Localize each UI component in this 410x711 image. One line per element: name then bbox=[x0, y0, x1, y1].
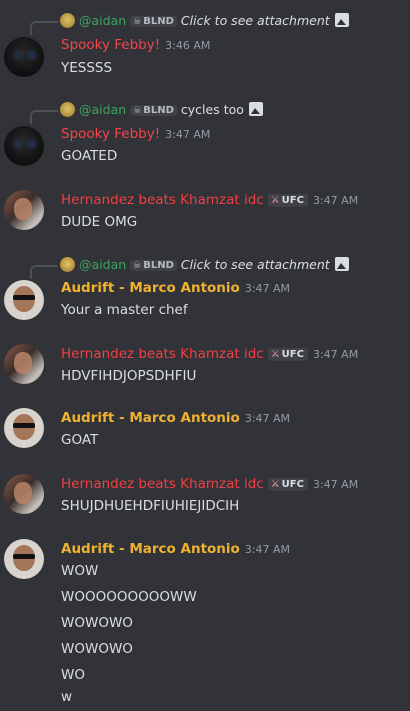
sword-icon: ⚔ bbox=[270, 349, 280, 360]
avatar[interactable] bbox=[4, 539, 44, 579]
reply-avatar-icon bbox=[60, 257, 75, 272]
reply-mention[interactable]: @aidan bbox=[79, 13, 126, 28]
message-text: GOAT bbox=[61, 432, 99, 448]
timestamp: 3:47 AM bbox=[312, 194, 359, 207]
author-name[interactable]: Spooky Febby! 3:47 AM bbox=[61, 126, 210, 142]
author-name[interactable]: Audrift - Marco Antonio 3:47 AM bbox=[61, 541, 290, 557]
author-name[interactable]: Hernandez beats Khamzat idc ⚔ UFC 3:47 AM bbox=[61, 346, 358, 362]
avatar[interactable] bbox=[4, 474, 44, 514]
message-text: WOOOOOOOOOWW bbox=[61, 589, 197, 605]
sword-icon: ⚔ bbox=[270, 479, 280, 490]
timestamp: 3:47 AM bbox=[244, 282, 291, 295]
message-text: HDVFIHDJOPSDHFIU bbox=[61, 368, 197, 384]
role-tag: ⚔ UFC bbox=[267, 194, 308, 207]
reply-spine bbox=[30, 110, 58, 124]
timestamp: 3:47 AM bbox=[312, 348, 359, 361]
author-name[interactable]: Audrift - Marco Antonio 3:47 AM bbox=[61, 280, 290, 296]
message-text: GOATED bbox=[61, 148, 118, 164]
message-text: SHUJDHUEHDFIUHIEJIDCIH bbox=[61, 498, 240, 514]
reply-mention[interactable]: @aidan bbox=[79, 102, 126, 117]
image-icon bbox=[334, 13, 349, 27]
reply-text[interactable]: cycles too bbox=[181, 102, 244, 117]
reply-avatar-icon bbox=[60, 102, 75, 117]
skull-icon: ☠ bbox=[133, 106, 142, 116]
role-tag: ⚔ UFC bbox=[267, 478, 308, 491]
avatar[interactable] bbox=[4, 408, 44, 448]
badge-label: BLND bbox=[143, 105, 174, 116]
blnd-badge: ☠ BLND bbox=[130, 16, 177, 27]
timestamp: 3:47 AM bbox=[312, 478, 359, 491]
skull-icon: ☠ bbox=[133, 17, 142, 27]
avatar[interactable] bbox=[4, 190, 44, 230]
message-text: YESSSS bbox=[61, 60, 113, 76]
author-name[interactable]: Audrift - Marco Antonio 3:47 AM bbox=[61, 410, 290, 426]
timestamp: 3:47 AM bbox=[244, 412, 291, 425]
message-text: WOWOWO bbox=[61, 615, 133, 631]
author-name[interactable]: Hernandez beats Khamzat idc ⚔ UFC 3:47 AM bbox=[61, 192, 358, 208]
reply-text[interactable]: Click to see attachment bbox=[181, 13, 330, 28]
skull-icon: ☠ bbox=[133, 261, 142, 271]
author-name[interactable]: Spooky Febby! 3:46 AM bbox=[61, 37, 210, 53]
message-text: DUDE OMG bbox=[61, 214, 138, 230]
reply-spine bbox=[30, 265, 58, 279]
message-text: WOWOWO bbox=[61, 641, 133, 657]
avatar[interactable] bbox=[4, 280, 44, 320]
timestamp: 3:46 AM bbox=[165, 39, 211, 52]
reply-mention[interactable]: @aidan bbox=[79, 257, 126, 272]
message-text: Your a master chef bbox=[61, 302, 188, 318]
image-icon bbox=[248, 102, 263, 116]
badge-label: BLND bbox=[143, 16, 174, 27]
reply-spine bbox=[30, 21, 58, 35]
chat-messages: @aidan ☠ BLND Click to see attachment Spook… bbox=[0, 0, 410, 711]
sword-icon: ⚔ bbox=[270, 195, 280, 206]
role-tag: ⚔ UFC bbox=[267, 348, 308, 361]
author-name[interactable]: Hernandez beats Khamzat idc ⚔ UFC 3:47 AM bbox=[61, 476, 358, 492]
blnd-badge: ☠ BLND bbox=[130, 260, 177, 271]
message-text: WOW bbox=[61, 563, 99, 579]
message-text: w bbox=[61, 689, 73, 705]
avatar[interactable] bbox=[4, 344, 44, 384]
reply-text[interactable]: Click to see attachment bbox=[181, 257, 330, 272]
image-icon bbox=[334, 257, 349, 271]
timestamp: 3:47 AM bbox=[165, 128, 211, 141]
reply-avatar-icon bbox=[60, 13, 75, 28]
avatar[interactable] bbox=[4, 37, 44, 77]
timestamp: 3:47 AM bbox=[244, 543, 291, 556]
blnd-badge: ☠ BLND bbox=[130, 105, 177, 116]
message-text: WO bbox=[61, 667, 85, 683]
badge-label: BLND bbox=[143, 260, 174, 271]
avatar[interactable] bbox=[4, 126, 44, 166]
